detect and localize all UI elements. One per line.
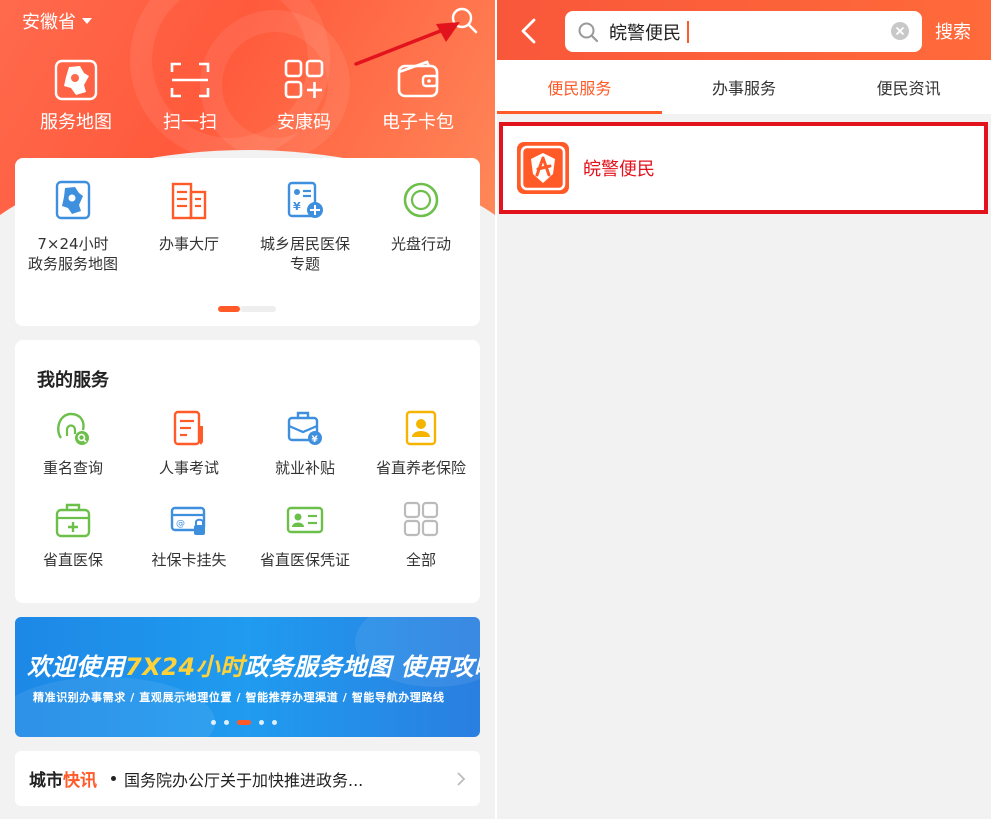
my-services-title: 我的服务 — [37, 370, 109, 391]
social-card-lock-icon: @ — [170, 506, 206, 535]
featured-services-grid: 7×24小时 政务服务地图 办事大厅 ¥ 城乡居民医保 专题 光盘行动 — [15, 180, 480, 274]
home-screen: 安徽省 服务地图 扫一扫 安康码 电子卡包 7×24小时 政务服务地图 办事大厅… — [0, 0, 495, 819]
text-cursor — [687, 20, 689, 43]
caret-down-icon — [82, 18, 92, 24]
featured-label: 办事大厅 — [158, 235, 219, 253]
clean-plate-icon — [403, 182, 439, 218]
medical-kit-icon — [55, 503, 91, 538]
quick-action-service-map[interactable]: 服务地图 — [19, 58, 133, 134]
quick-action-scan[interactable]: 扫一扫 — [133, 58, 247, 134]
quick-action-label: 服务地图 — [40, 112, 112, 133]
svg-text:¥: ¥ — [312, 435, 319, 445]
service-label: 全部 — [405, 551, 436, 569]
service-name-search[interactable]: 重名查询 — [15, 408, 131, 478]
tab-convenience-services[interactable]: 便民服务 — [497, 60, 662, 114]
featured-item-service-hall[interactable]: 办事大厅 — [131, 180, 247, 274]
banner-dot — [272, 720, 277, 725]
featured-item-medical-insurance[interactable]: ¥ 城乡居民医保 专题 — [247, 180, 363, 274]
service-all[interactable]: 全部 — [363, 500, 479, 570]
clear-icon[interactable] — [890, 21, 910, 41]
search-button[interactable]: 搜索 — [935, 18, 971, 44]
my-services-card: 我的服务 重名查询 人事考试 ¥ 就业补贴 省直养老保险 省直医保 @ 社保卡挂… — [15, 340, 480, 603]
pension-icon — [405, 410, 437, 446]
carousel-dot-active — [218, 306, 240, 312]
banner-decoration — [15, 677, 215, 737]
service-pension[interactable]: 省直养老保险 — [363, 408, 479, 478]
location-label: 安徽省 — [22, 12, 76, 33]
service-provincial-medical[interactable]: 省直医保 — [15, 500, 131, 570]
service-label: 省直养老保险 — [375, 459, 466, 477]
building-icon — [171, 182, 207, 220]
bullet-icon — [111, 776, 116, 781]
my-services-row: 省直医保 @ 社保卡挂失 省直医保凭证 全部 — [15, 500, 480, 570]
banner-dot-active — [237, 720, 251, 725]
banner-dot — [224, 720, 229, 725]
insurance-voucher-icon — [286, 506, 324, 534]
anhui-map-icon — [54, 59, 98, 101]
quick-action-label: 安康码 — [277, 112, 331, 133]
all-grid-icon — [403, 501, 439, 537]
banner-carousel-indicator — [211, 720, 277, 725]
service-label: 重名查询 — [42, 459, 103, 477]
back-arrow-icon[interactable] — [519, 17, 537, 45]
search-header: 搜索 — [497, 0, 991, 60]
scan-icon — [170, 62, 210, 98]
service-social-card-loss[interactable]: @ 社保卡挂失 — [131, 500, 247, 570]
promo-banner[interactable]: 欢迎使用7X24小时政务服务地图 使用攻略 精准识别办事需求 / 直观展示地理位… — [15, 617, 480, 737]
map-marker-icon — [55, 180, 91, 220]
quick-action-label: 电子卡包 — [382, 112, 454, 133]
qr-grid-icon — [284, 59, 324, 99]
service-employment-subsidy[interactable]: ¥ 就业补贴 — [247, 408, 363, 478]
svg-text:@: @ — [176, 519, 185, 529]
service-label: 人事考试 — [158, 459, 219, 477]
svg-text:¥: ¥ — [293, 200, 301, 213]
search-input[interactable] — [609, 21, 869, 42]
banner-subtitle: 精准识别办事需求 / 直观展示地理位置 / 智能推荐办理渠道 / 智能导航办理路… — [33, 691, 445, 704]
carousel-dot — [240, 306, 276, 312]
employment-subsidy-icon: ¥ — [287, 411, 322, 445]
exam-icon — [173, 410, 203, 446]
result-name: 皖警便民 — [583, 159, 655, 180]
service-label: 社保卡挂失 — [151, 551, 227, 569]
featured-services-card: 7×24小时 政务服务地图 办事大厅 ¥ 城乡居民医保 专题 光盘行动 — [15, 158, 480, 326]
quick-actions: 服务地图 扫一扫 安康码 电子卡包 — [0, 58, 495, 134]
service-insurance-voucher[interactable]: 省直医保凭证 — [247, 500, 363, 570]
service-personnel-exam[interactable]: 人事考试 — [131, 408, 247, 478]
medical-insurance-icon: ¥ — [287, 181, 323, 218]
tab-affairs-services[interactable]: 办事服务 — [662, 60, 827, 114]
city-news-bar[interactable]: 城市快讯 国务院办公厅关于加快推进政务... — [15, 751, 480, 806]
featured-label: 城乡居民医保 专题 — [259, 235, 350, 273]
name-search-icon — [57, 412, 89, 445]
tab-convenience-news[interactable]: 便民资讯 — [826, 60, 991, 114]
banner-dot — [211, 720, 216, 725]
carousel-indicator — [218, 306, 276, 312]
quick-action-card-wallet[interactable]: 电子卡包 — [361, 58, 475, 134]
anhui-police-app-icon — [517, 142, 569, 194]
news-headline: 国务院办公厅关于加快推进政务... — [124, 770, 364, 790]
search-box — [565, 11, 922, 52]
featured-label: 7×24小时 政务服务地图 — [27, 235, 118, 273]
quick-action-label: 扫一扫 — [163, 112, 217, 133]
service-label: 省直医保凭证 — [259, 551, 350, 569]
featured-item-clean-plate[interactable]: 光盘行动 — [363, 180, 479, 274]
location-selector[interactable]: 安徽省 — [22, 8, 92, 34]
my-services-row: 重名查询 人事考试 ¥ 就业补贴 省直养老保险 — [15, 408, 480, 478]
banner-dot — [259, 720, 264, 725]
featured-label: 光盘行动 — [390, 235, 451, 253]
wallet-icon — [397, 60, 439, 98]
news-tag: 城市快讯 — [29, 771, 97, 791]
featured-item-service-map[interactable]: 7×24小时 政务服务地图 — [15, 180, 131, 274]
search-screen: 搜索 便民服务 办事服务 便民资讯 皖警便民 — [497, 0, 991, 819]
service-label: 就业补贴 — [274, 459, 335, 477]
search-icon — [578, 22, 599, 42]
chevron-right-icon — [457, 772, 466, 786]
service-label: 省直医保 — [42, 551, 103, 569]
result-tabs: 便民服务 办事服务 便民资讯 — [497, 60, 991, 114]
quick-action-ankang-code[interactable]: 安康码 — [247, 58, 361, 134]
search-result-item[interactable]: 皖警便民 — [499, 122, 988, 214]
banner-title: 欢迎使用7X24小时政务服务地图 使用攻略 — [27, 653, 480, 681]
